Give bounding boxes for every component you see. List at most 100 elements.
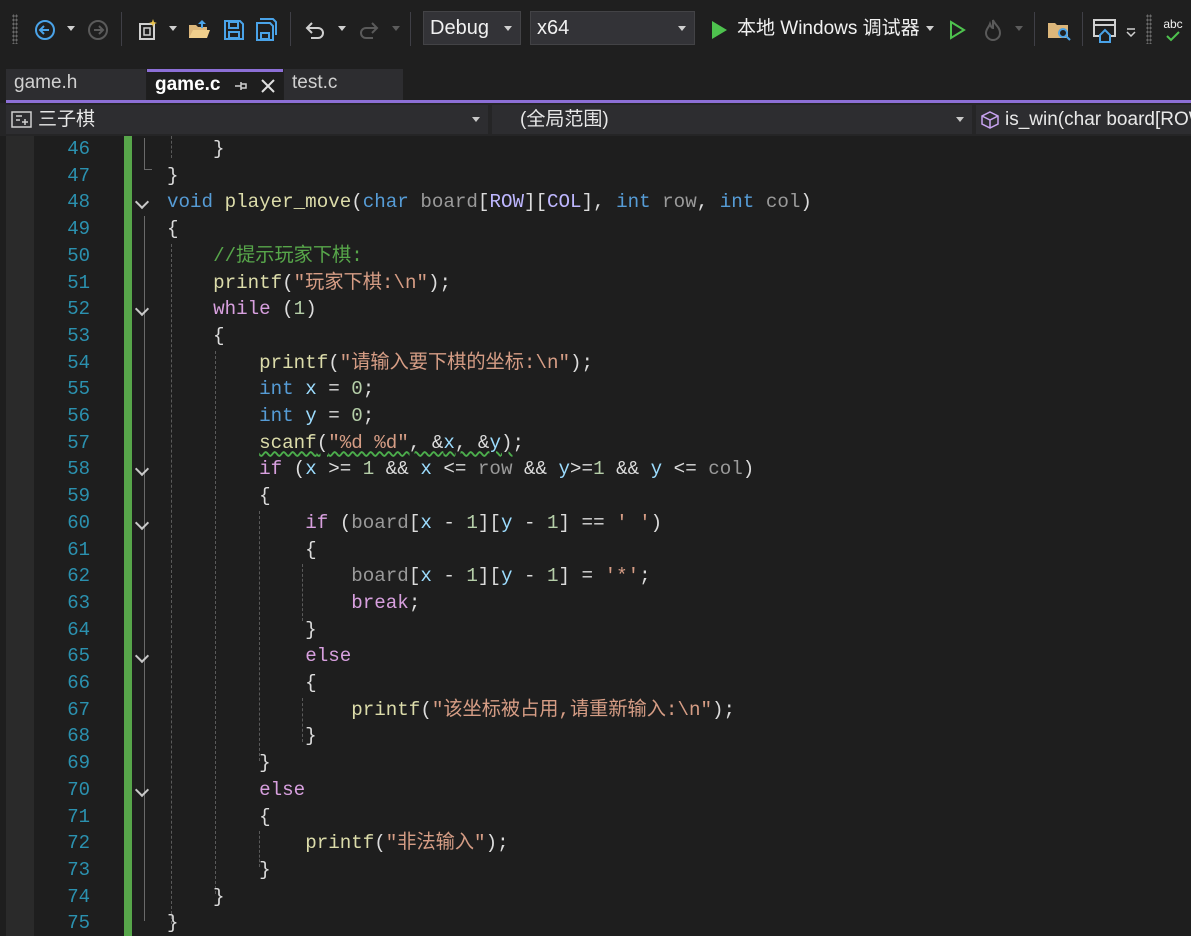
line-number: 64 bbox=[67, 618, 90, 641]
scope-dropdown[interactable]: (全局范围) bbox=[492, 105, 972, 134]
line-number: 66 bbox=[67, 672, 90, 694]
code-line: 50 //提示玩家下棋: bbox=[0, 243, 1191, 270]
new-item-dropdown-icon[interactable] bbox=[169, 26, 177, 31]
code-text: { bbox=[167, 672, 317, 694]
redo-icon bbox=[360, 22, 379, 39]
collapse-chevron-icon[interactable] bbox=[134, 782, 150, 797]
tab-game-h[interactable]: game.h bbox=[6, 69, 146, 100]
code-line: 48 void player_move(char board[ROW][COL],… bbox=[0, 189, 1191, 216]
undo-button[interactable] bbox=[300, 0, 330, 60]
code-line: 67 printf("该坐标被占用,请重新输入:\n"); bbox=[0, 697, 1191, 724]
folder-search-icon bbox=[1048, 23, 1071, 41]
code-text: } bbox=[167, 912, 179, 935]
code-text: } bbox=[167, 138, 225, 160]
collapse-chevron-icon[interactable] bbox=[134, 302, 150, 317]
close-icon[interactable] bbox=[260, 78, 276, 94]
toolbar-grip[interactable] bbox=[1146, 14, 1152, 44]
code-text: } bbox=[167, 164, 179, 187]
line-number: 70 bbox=[67, 778, 90, 801]
hot-reload-dropdown-icon[interactable] bbox=[1015, 26, 1023, 31]
navigate-forward-button[interactable] bbox=[83, 0, 113, 60]
line-number: 65 bbox=[67, 645, 90, 668]
line-number: 47 bbox=[67, 164, 90, 187]
line-number: 55 bbox=[67, 378, 90, 401]
code-line: 74 } bbox=[0, 884, 1191, 911]
play-outline-icon bbox=[950, 20, 966, 40]
code-text: printf("非法输入"); bbox=[305, 832, 509, 855]
tab-game-c[interactable]: game.c bbox=[147, 69, 283, 100]
collapse-chevron-icon[interactable] bbox=[134, 515, 150, 530]
code-line: 62 board[x - 1][y - 1] = '*'; bbox=[0, 563, 1191, 590]
solution-explorer-button[interactable] bbox=[1044, 0, 1074, 60]
code-text: } bbox=[167, 752, 271, 775]
code-text: if (board[x - 1][y - 1] == ' ') bbox=[305, 511, 663, 534]
code-text: else bbox=[305, 645, 352, 668]
redo-button[interactable] bbox=[354, 0, 384, 60]
collapse-chevron-icon[interactable] bbox=[134, 195, 150, 210]
code-text: int x = 0; bbox=[259, 378, 375, 401]
solution-configuration-select[interactable]: Debug bbox=[423, 11, 521, 45]
tab-label: game.c bbox=[155, 74, 221, 95]
line-number: 71 bbox=[67, 805, 90, 828]
code-text: } bbox=[167, 885, 225, 908]
new-item-button[interactable] bbox=[133, 0, 163, 60]
open-file-button[interactable] bbox=[184, 0, 214, 60]
toolbar-grip[interactable] bbox=[12, 14, 18, 44]
spell-check-icon bbox=[1166, 31, 1180, 42]
save-all-button[interactable] bbox=[252, 0, 282, 60]
project-dropdown[interactable]: 三子棋 bbox=[6, 105, 488, 134]
back-arrow-icon bbox=[35, 20, 55, 40]
code-line: 49 { bbox=[0, 216, 1191, 243]
tab-label: test.c bbox=[292, 72, 338, 93]
line-number: 53 bbox=[67, 324, 90, 347]
open-folder-icon bbox=[189, 20, 210, 38]
pin-icon[interactable] bbox=[233, 79, 247, 93]
scope-name: (全局范围) bbox=[520, 109, 609, 130]
code-editor[interactable]: 46 } 47} 48 void player_move(char board[R… bbox=[0, 136, 1191, 936]
code-text: printf("玩家下棋:\n"); bbox=[213, 271, 452, 294]
spell-check-button[interactable]: abc bbox=[1158, 0, 1188, 60]
code-text: while (1) bbox=[213, 298, 317, 321]
redo-dropdown-icon[interactable] bbox=[392, 26, 400, 31]
hot-reload-button[interactable] bbox=[978, 0, 1008, 60]
tab-label: game.h bbox=[14, 72, 78, 93]
member-dropdown[interactable]: is_win(char board[ROW bbox=[976, 105, 1191, 134]
collapse-chevron-icon[interactable] bbox=[134, 649, 150, 664]
debugger-label[interactable]: 本地 Windows 调试器 bbox=[737, 14, 920, 44]
window-layout-button[interactable] bbox=[1090, 0, 1120, 60]
undo-dropdown-icon[interactable] bbox=[338, 26, 346, 31]
toolbar-separator bbox=[290, 12, 291, 46]
code-line: 69 } bbox=[0, 750, 1191, 777]
solution-platform-select[interactable]: x64 bbox=[530, 11, 695, 45]
code-line: 66 { bbox=[0, 670, 1191, 697]
save-button[interactable] bbox=[219, 0, 249, 60]
project-name: 三子棋 bbox=[38, 109, 96, 130]
code-text: printf("该坐标被占用,请重新输入:\n"); bbox=[351, 698, 736, 721]
code-text: { bbox=[167, 538, 317, 561]
toolbar-separator bbox=[1082, 12, 1083, 46]
start-debugging-button[interactable] bbox=[706, 0, 732, 60]
new-project-icon bbox=[139, 19, 157, 40]
code-text: board[x - 1][y - 1] = '*'; bbox=[351, 565, 651, 588]
navigate-back-button[interactable] bbox=[30, 0, 60, 60]
start-without-debugging-button[interactable] bbox=[944, 0, 970, 60]
code-text: } bbox=[167, 618, 317, 641]
toolbar-overflow-button[interactable] bbox=[1124, 0, 1138, 60]
debugger-dropdown-icon[interactable] bbox=[926, 26, 934, 31]
line-number: 67 bbox=[67, 698, 90, 721]
platform-value: x64 bbox=[537, 16, 570, 39]
code-line: 73 } bbox=[0, 857, 1191, 884]
line-number: 58 bbox=[67, 458, 90, 481]
line-number: 61 bbox=[67, 538, 90, 561]
tab-test-c[interactable]: test.c bbox=[284, 69, 403, 100]
back-dropdown-icon[interactable] bbox=[67, 26, 75, 31]
code-text: { bbox=[167, 324, 225, 347]
line-number: 46 bbox=[67, 138, 90, 160]
line-number: 48 bbox=[67, 191, 90, 214]
code-text: scanf("%d %d", &x, &y); bbox=[259, 431, 524, 454]
line-number: 57 bbox=[67, 431, 90, 454]
undo-icon bbox=[305, 22, 324, 39]
code-line: 60 if (board[x - 1][y - 1] == ' ') bbox=[0, 510, 1191, 537]
collapse-chevron-icon[interactable] bbox=[134, 462, 150, 477]
line-number: 62 bbox=[67, 565, 90, 588]
